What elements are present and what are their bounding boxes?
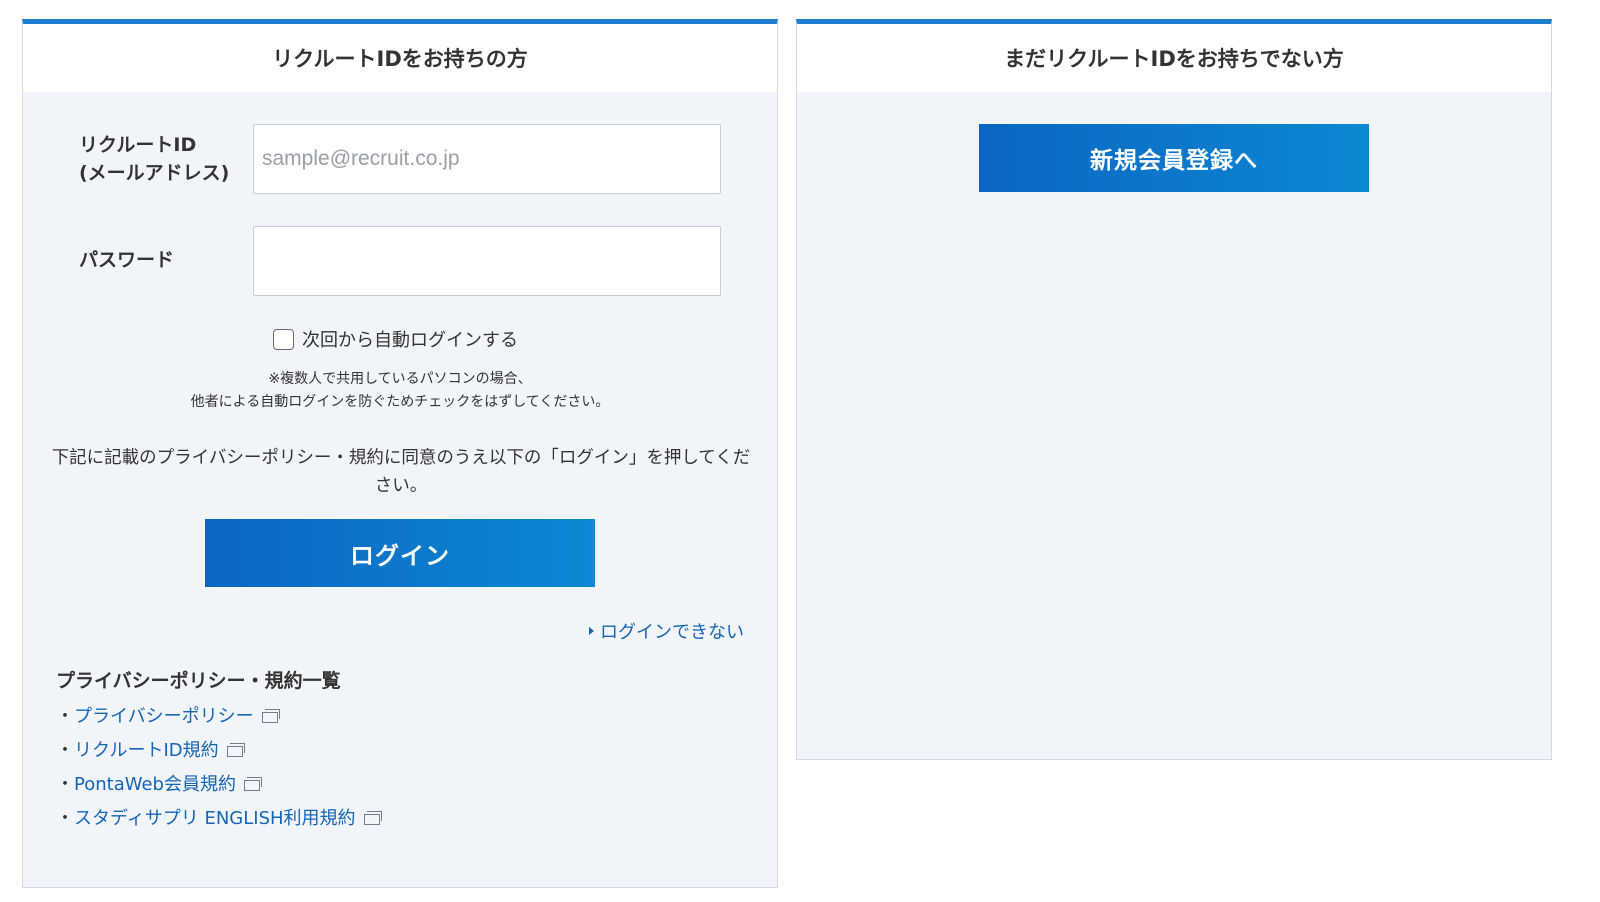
cant-login-link[interactable]: ログインできない (589, 618, 744, 644)
external-window-icon (243, 777, 262, 791)
auto-login-label: 次回から自動ログインする (302, 330, 518, 351)
list-item: ・ リクルートID規約 (56, 732, 382, 766)
studysapuri-english-terms-link[interactable]: スタディサプリ ENGLISH利用規約 (74, 804, 356, 830)
login-button[interactable]: ログイン (205, 519, 595, 587)
login-panel-title: リクルートIDをお持ちの方 (23, 24, 777, 92)
password-input[interactable] (253, 226, 721, 296)
privacy-policy-link[interactable]: プライバシーポリシー (74, 702, 254, 728)
login-panel: リクルートIDをお持ちの方 リクルートID (メールアドレス) パスワード 次回… (22, 19, 778, 888)
auto-login-option[interactable]: 次回から自動ログインする (273, 326, 518, 352)
password-label: パスワード (79, 249, 175, 271)
external-window-icon (261, 709, 280, 723)
cant-login-label: ログインできない (600, 622, 744, 643)
bullet: ・ (56, 740, 74, 761)
external-window-icon (363, 811, 382, 825)
register-button[interactable]: 新規会員登録へ (979, 124, 1369, 192)
recruit-id-label-line1: リクルートID (79, 134, 197, 156)
terms-title: プライバシーポリシー・規約一覧 (56, 670, 341, 692)
auto-login-note-line1: ※複数人で共用しているパソコンの場合、 (268, 371, 532, 387)
checkbox-icon[interactable] (273, 328, 294, 350)
bullet: ・ (56, 706, 74, 727)
recruit-id-label: リクルートID (メールアドレス) (79, 131, 229, 187)
list-item: ・ PontaWeb会員規約 (56, 766, 382, 800)
auto-login-note-line2: 他者による自動ログインを防ぐためチェックをはずしてください。 (190, 394, 610, 410)
pontaweb-terms-link[interactable]: PontaWeb会員規約 (74, 770, 236, 796)
register-panel: まだリクルートIDをお持ちでない方 新規会員登録へ (796, 19, 1552, 760)
terms-list: ・ プライバシーポリシー ・ リクルートID規約 ・ PontaWeb会員規約 … (56, 698, 382, 834)
list-item: ・ プライバシーポリシー (56, 698, 382, 732)
recruit-id-label-line2: (メールアドレス) (79, 162, 230, 184)
auto-login-note: ※複数人で共用しているパソコンの場合、 他者による自動ログインを防ぐためチェック… (23, 368, 777, 414)
agreement-text: 下記に記載のプライバシーポリシー・規約に同意のうえ以下の「ログイン」を押してくだ… (51, 448, 751, 496)
bullet: ・ (56, 774, 74, 795)
recruit-id-terms-link[interactable]: リクルートID規約 (74, 736, 219, 762)
register-panel-title: まだリクルートIDをお持ちでない方 (797, 24, 1551, 92)
bullet: ・ (56, 808, 74, 829)
list-item: ・ スタディサプリ ENGLISH利用規約 (56, 800, 382, 834)
external-window-icon (226, 743, 245, 757)
triangle-right-icon (589, 627, 594, 635)
recruit-id-input[interactable] (253, 124, 721, 194)
